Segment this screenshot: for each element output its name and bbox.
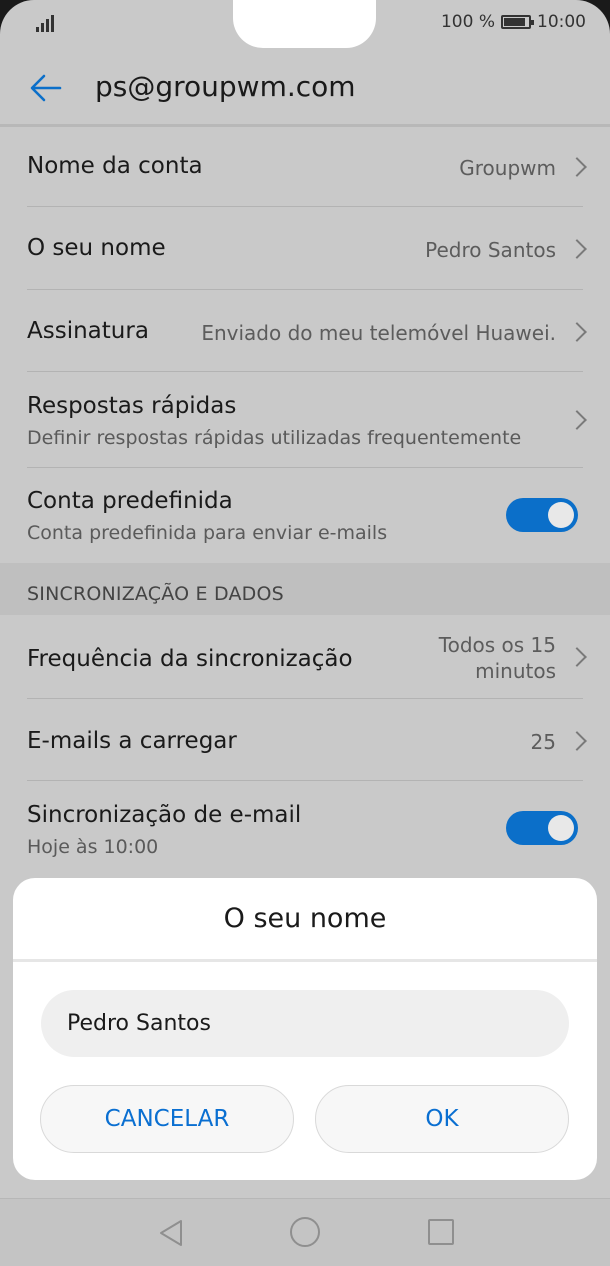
default-account-toggle[interactable] [506, 498, 578, 532]
app-header: ps@groupwm.com [0, 50, 610, 124]
email-sync-row: Sincronização de e-mail Hoje às 10:00 [0, 781, 610, 876]
system-nav-bar [0, 1198, 610, 1266]
status-bar: 100 % 10:00 [0, 0, 610, 50]
your-name-label: O seu nome [27, 235, 166, 261]
signature-row[interactable]: Assinatura Enviado do meu telemóvel Huaw… [0, 290, 610, 371]
chevron-right-icon [567, 731, 587, 751]
account-name-value: Groupwm [459, 156, 556, 180]
camera-notch [233, 0, 376, 48]
nav-back-icon[interactable] [158, 1219, 184, 1247]
sync-frequency-row[interactable]: Frequência da sincronização Todos os 15 … [0, 615, 610, 698]
sync-frequency-value-line1: Todos os 15 [438, 633, 556, 657]
emails-to-load-value: 25 [530, 730, 556, 754]
your-name-value: Pedro Santos [425, 238, 556, 262]
dialog-divider [13, 959, 597, 962]
sync-frequency-value-line2: minutos [475, 659, 556, 683]
account-name-row[interactable]: Nome da conta Groupwm [0, 127, 610, 207]
quick-replies-subtitle: Definir respostas rápidas utilizadas fre… [27, 427, 522, 449]
signal-icon [36, 14, 58, 32]
cancel-button[interactable]: CANCELAR [40, 1085, 294, 1153]
email-sync-toggle[interactable] [506, 811, 578, 845]
quick-replies-label: Respostas rápidas [27, 393, 237, 419]
battery-icon [501, 15, 534, 29]
toggle-knob [548, 502, 574, 528]
chevron-right-icon [567, 410, 587, 430]
ok-button[interactable]: OK [315, 1085, 569, 1153]
name-input[interactable] [41, 990, 569, 1057]
signature-label: Assinatura [27, 318, 149, 344]
emails-to-load-row[interactable]: E-mails a carregar 25 [0, 699, 610, 780]
dialog-title: O seu nome [223, 903, 387, 934]
your-name-row[interactable]: O seu nome Pedro Santos [0, 207, 610, 289]
signature-value: Enviado do meu telemóvel Huawei. [201, 321, 556, 345]
page-title: ps@groupwm.com [95, 70, 356, 103]
sync-frequency-label: Frequência da sincronização [27, 646, 353, 672]
chevron-right-icon [567, 239, 587, 259]
default-account-label: Conta predefinida [27, 488, 233, 514]
chevron-right-icon [567, 322, 587, 342]
chevron-right-icon [567, 157, 587, 177]
battery-percentage: 100 % [440, 12, 495, 32]
account-name-label: Nome da conta [27, 153, 203, 179]
section-title: SINCRONIZAÇÃO E DADOS [27, 583, 284, 605]
nav-home-icon[interactable] [290, 1217, 320, 1247]
toggle-knob [548, 815, 574, 841]
emails-to-load-label: E-mails a carregar [27, 728, 237, 754]
back-arrow-icon[interactable] [28, 70, 64, 106]
email-sync-subtitle: Hoje às 10:00 [27, 836, 159, 858]
name-dialog: O seu nome CANCELAR OK [13, 878, 597, 1180]
nav-recents-icon[interactable] [428, 1219, 454, 1245]
quick-replies-row[interactable]: Respostas rápidas Definir respostas rápi… [0, 372, 610, 467]
clock: 10:00 [537, 12, 586, 32]
chevron-right-icon [567, 647, 587, 667]
phone-screen: 100 % 10:00 ps@groupwm.com Nome da conta… [0, 0, 610, 1266]
status-right: 100 % 10:00 [441, 12, 586, 32]
default-account-subtitle: Conta predefinida para enviar e-mails [27, 522, 388, 544]
default-account-row: Conta predefinida Conta predefinida para… [0, 468, 610, 563]
email-sync-label: Sincronização de e-mail [27, 802, 302, 828]
section-header-sync: SINCRONIZAÇÃO E DADOS [0, 563, 610, 615]
